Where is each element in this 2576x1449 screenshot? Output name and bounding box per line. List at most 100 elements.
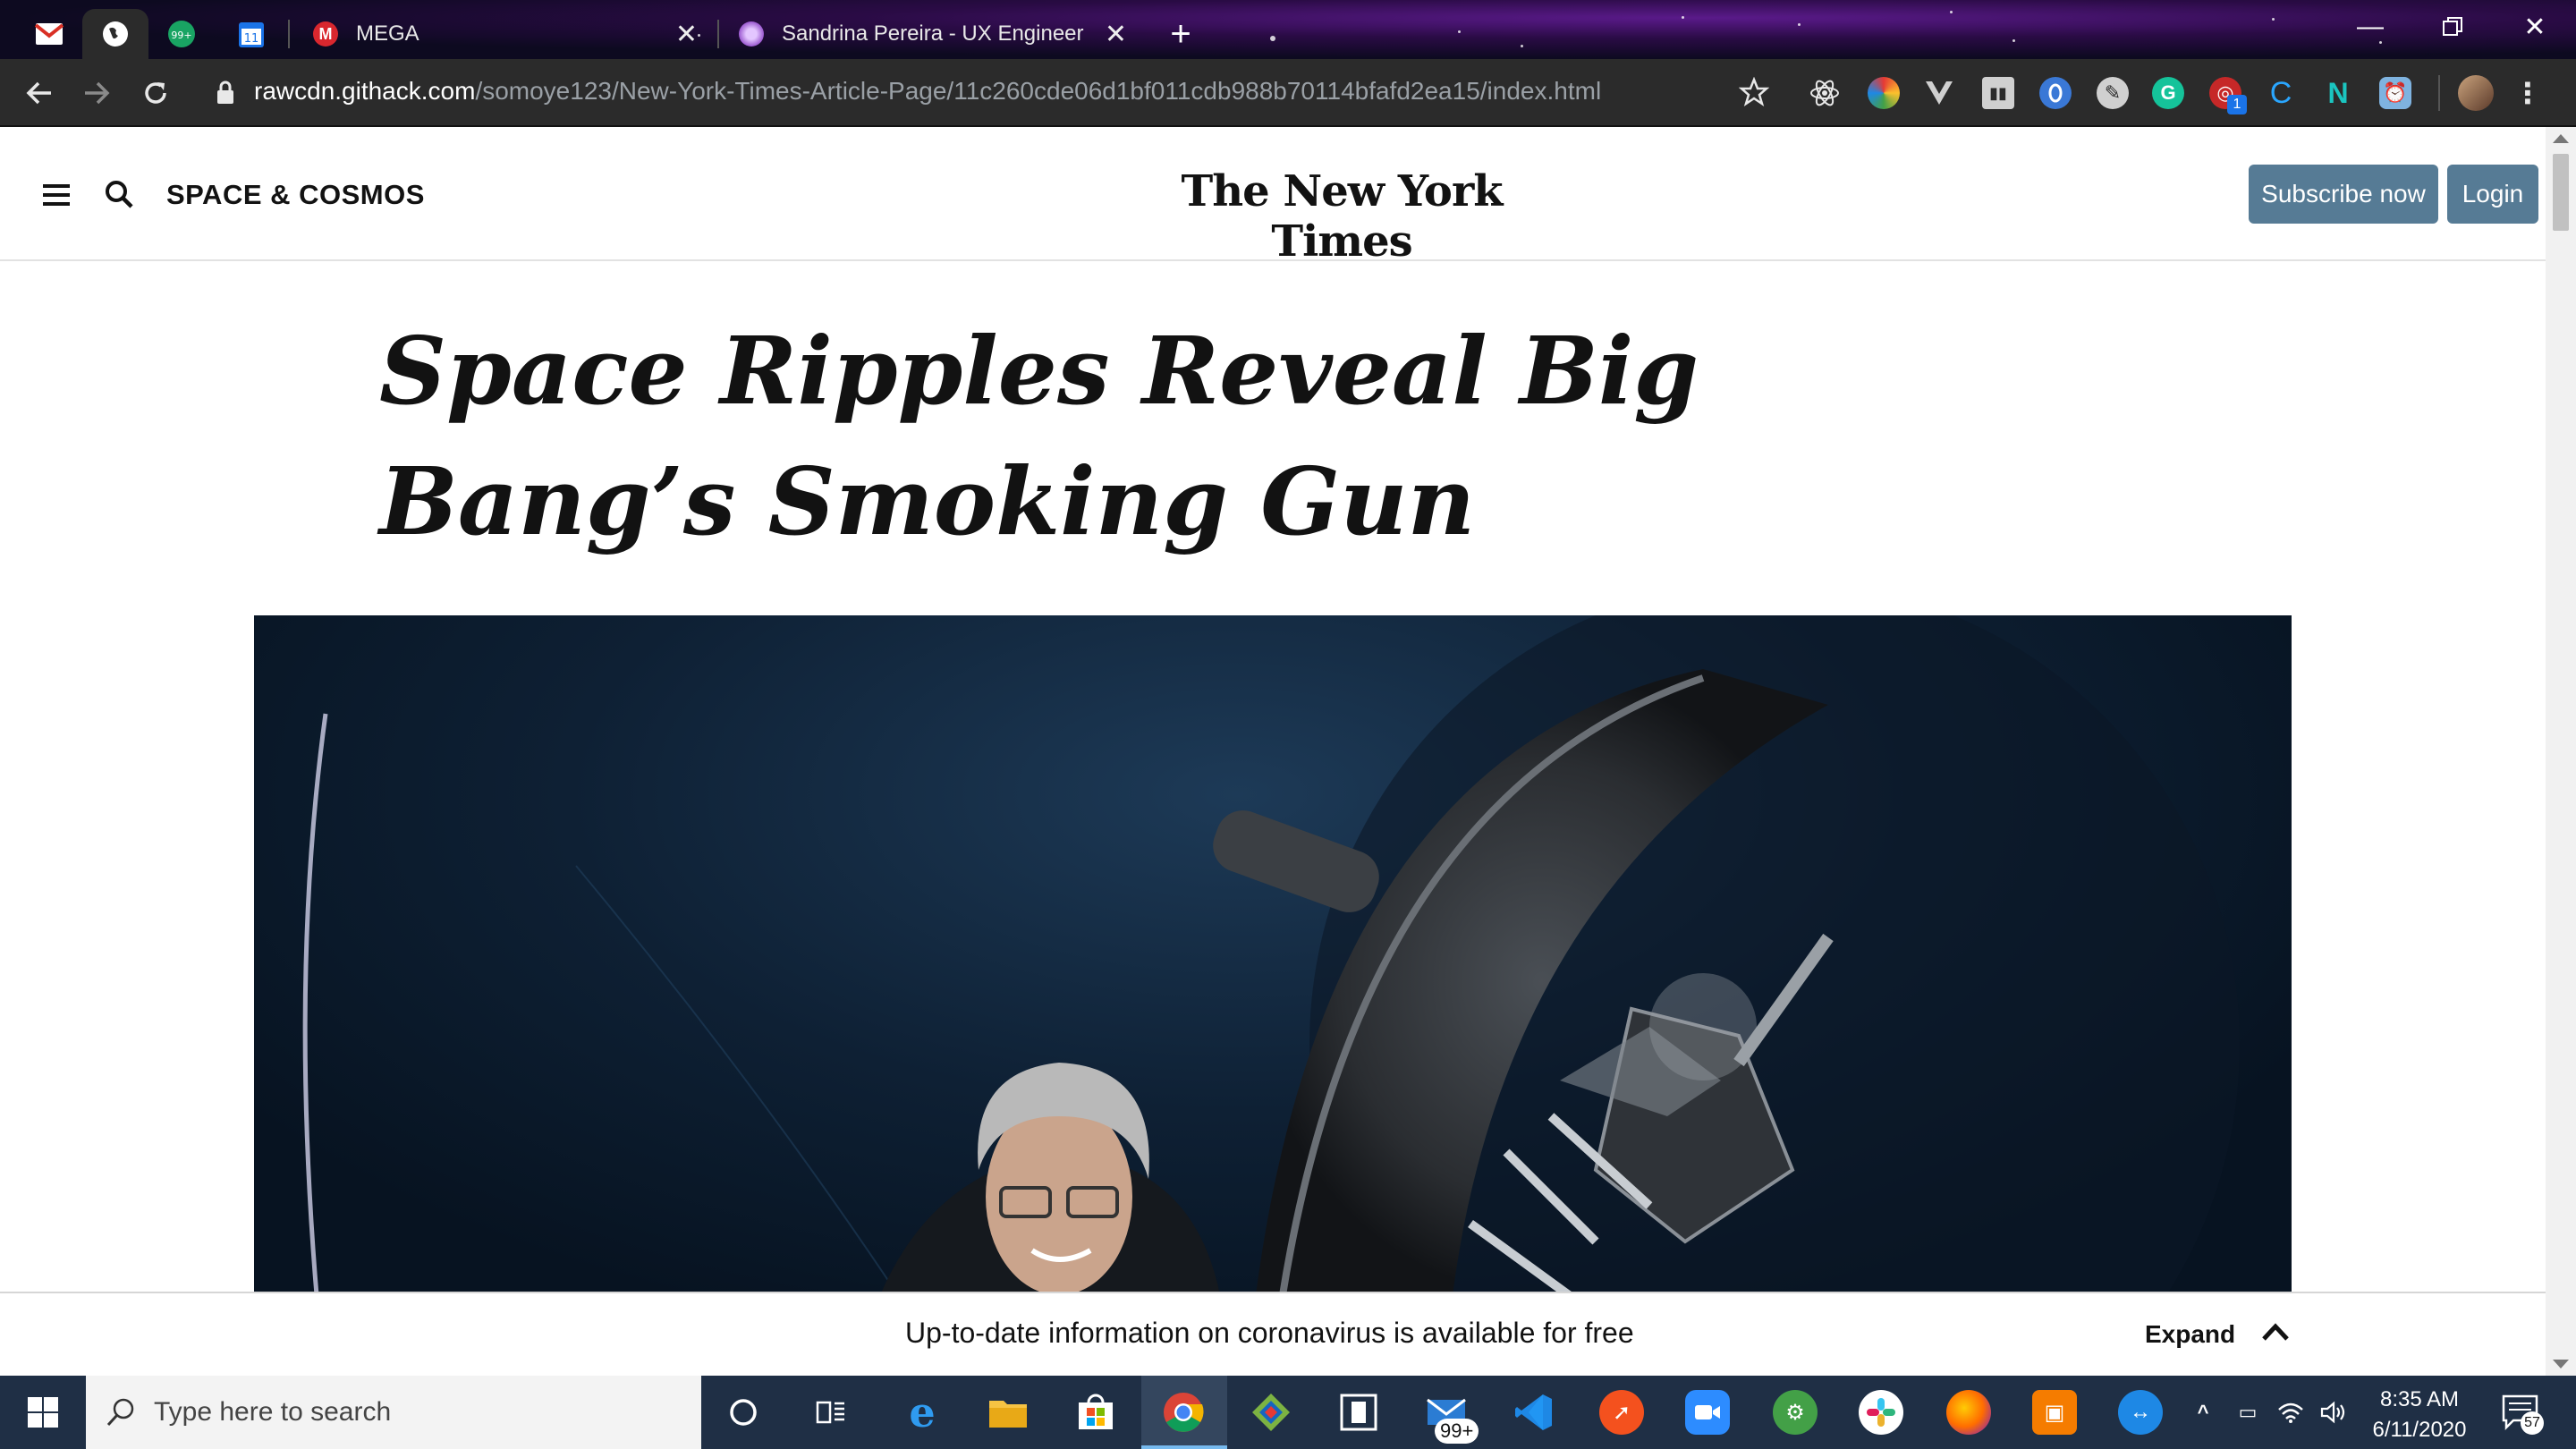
teamviewer-icon[interactable]: ↔ xyxy=(2118,1390,2163,1435)
vue-devtools-icon[interactable] xyxy=(1923,77,1955,109)
search-icon xyxy=(106,1398,134,1427)
windows-taskbar: Type here to search e 99+ ➚ ⚙ ▣ ↔ ^ ▭ 8:… xyxy=(0,1376,2576,1449)
search-icon[interactable] xyxy=(104,179,134,209)
login-button[interactable]: Login xyxy=(2447,165,2538,224)
n-extension-icon[interactable]: N xyxy=(2322,77,2354,109)
taskbar-search-box[interactable]: Type here to search xyxy=(86,1376,701,1449)
coding-extension-icon[interactable]: C xyxy=(2265,76,2297,110)
edge-icon[interactable]: e xyxy=(900,1388,945,1436)
react-devtools-icon[interactable] xyxy=(1809,77,1841,109)
slack-icon[interactable] xyxy=(1859,1390,1903,1435)
reload-icon xyxy=(145,82,166,104)
loom-icon[interactable] xyxy=(2039,77,2072,109)
screen-capture-icon[interactable] xyxy=(1336,1390,1381,1435)
restore-button[interactable] xyxy=(2411,0,2494,54)
show-hidden-icons-chevron-icon[interactable]: ^ xyxy=(2188,1390,2218,1435)
taskbar-search-placeholder: Type here to search xyxy=(154,1397,392,1427)
bookmark-star-icon[interactable] xyxy=(1739,77,1769,107)
clock-date: 6/11/2020 xyxy=(2372,1418,2467,1442)
alarm-extension-icon[interactable]: ⏰ xyxy=(2379,77,2411,109)
hamburger-menu-icon[interactable] xyxy=(43,184,70,206)
menu-dots-icon[interactable]: ⋮ xyxy=(2512,77,2544,109)
article-headline: Space Ripples Reveal Big Bang’s Smoking … xyxy=(379,316,1699,556)
close-tab-icon[interactable]: ✕ xyxy=(1105,19,1127,50)
sandrina-site-icon xyxy=(739,21,764,47)
start-button[interactable] xyxy=(0,1376,86,1449)
calendar-icon: 11 xyxy=(239,22,264,47)
coronavirus-banner-text: Up-to-date information on coronavirus is… xyxy=(905,1317,1634,1349)
trello-icon[interactable]: ▮▮ xyxy=(1982,77,2014,109)
tab-mega[interactable]: M MEGA ✕ xyxy=(295,9,716,59)
scroll-down-arrow-icon[interactable] xyxy=(2553,1360,2569,1368)
tab-title: Sandrina Pereira - UX Engineer xyxy=(782,21,1084,46)
address-bar[interactable]: rawcdn.githack.com/somoye123/New-York-Ti… xyxy=(254,77,1601,106)
restore-icon xyxy=(2443,17,2462,36)
task-view-icon[interactable] xyxy=(809,1390,853,1435)
colorzilla-icon[interactable] xyxy=(1868,77,1900,109)
chat-icon: 99+ xyxy=(168,21,195,47)
back-button[interactable] xyxy=(16,70,63,116)
eyedropper-icon[interactable]: ✎ xyxy=(2097,77,2129,109)
page-scrollbar[interactable] xyxy=(2546,127,2576,1376)
clock-time: 8:35 AM xyxy=(2379,1387,2460,1411)
zoom-icon[interactable] xyxy=(1685,1390,1730,1435)
section-name[interactable]: SPACE & COSMOS xyxy=(166,179,425,211)
globe-icon xyxy=(103,21,128,47)
lock-icon[interactable] xyxy=(213,79,238,107)
pinned-tab-calendar[interactable]: 11 xyxy=(218,9,284,59)
photo-app-icon[interactable]: ▣ xyxy=(2032,1390,2077,1435)
store-icon[interactable] xyxy=(1073,1390,1118,1435)
new-tab-button[interactable]: + xyxy=(1157,11,1204,57)
forward-button[interactable] xyxy=(73,70,120,116)
action-center-button[interactable]: 57 xyxy=(2501,1392,2544,1435)
arrow-left-icon xyxy=(26,81,51,105)
web-page: SPACE & COSMOS The New York Times Subscr… xyxy=(0,127,2546,1376)
tab-title: MEGA xyxy=(356,21,419,46)
tab-sandrina[interactable]: Sandrina Pereira - UX Engineer ✕ xyxy=(721,9,1145,59)
chrome-icon[interactable] xyxy=(1161,1390,1206,1435)
gmail-icon xyxy=(35,23,64,45)
telescope-photo xyxy=(302,615,2240,1295)
grammarly-icon[interactable]: G xyxy=(2152,77,2184,109)
minimize-button[interactable]: — xyxy=(2329,0,2411,54)
browser-toolbar: rawcdn.githack.com/somoye123/New-York-Ti… xyxy=(0,59,2576,127)
windows-logo-icon xyxy=(28,1397,58,1428)
profile-avatar[interactable] xyxy=(2458,75,2494,111)
firefox-icon[interactable] xyxy=(1946,1390,1991,1435)
vscode-icon[interactable] xyxy=(1512,1390,1556,1435)
browser-tab-bar: 99+ 11 M MEGA ✕ Sandrina Pereira - UX En… xyxy=(0,0,2576,59)
close-window-button[interactable]: ✕ xyxy=(2494,0,2576,54)
arrow-right-icon xyxy=(85,81,110,105)
vpn-icon[interactable]: ⚙ xyxy=(1773,1390,1818,1435)
scroll-thumb[interactable] xyxy=(2553,154,2569,231)
file-explorer-icon[interactable] xyxy=(986,1390,1030,1435)
nyt-header: SPACE & COSMOS The New York Times Subscr… xyxy=(0,127,2546,267)
url-host: rawcdn.githack.com xyxy=(254,77,476,105)
battery-icon[interactable]: ▭ xyxy=(2233,1390,2263,1435)
notification-count: 57 xyxy=(2521,1411,2544,1435)
svg-text:99+: 99+ xyxy=(171,30,191,41)
pinned-tab-hangouts[interactable]: 99+ xyxy=(148,9,215,59)
pinned-tab-web[interactable] xyxy=(82,9,148,59)
subscribe-button[interactable]: Subscribe now xyxy=(2249,165,2438,224)
volume-icon[interactable] xyxy=(2318,1390,2349,1435)
expand-button[interactable]: Expand xyxy=(2145,1320,2235,1349)
svg-text:11: 11 xyxy=(244,32,259,46)
nyt-logo[interactable]: The New York Times xyxy=(1163,166,1521,267)
url-path: /somoye123/New-York-Times-Article-Page/1… xyxy=(475,77,1602,105)
chevron-up-icon[interactable] xyxy=(2261,1322,2290,1342)
system-clock[interactable]: 8:35 AM 6/11/2020 xyxy=(2361,1385,2478,1445)
mega-icon: M xyxy=(313,21,338,47)
reload-button[interactable] xyxy=(132,70,179,116)
scroll-up-arrow-icon[interactable] xyxy=(2553,134,2569,143)
cortana-icon[interactable] xyxy=(721,1390,766,1435)
git-kraken-icon[interactable] xyxy=(1249,1390,1293,1435)
mail-badge: 99+ xyxy=(1435,1419,1479,1444)
wifi-icon[interactable] xyxy=(2275,1390,2306,1435)
article-hero-image xyxy=(254,615,2292,1295)
extension-badge: 1 xyxy=(2227,95,2247,114)
pinned-tab-gmail[interactable] xyxy=(16,9,82,59)
coronavirus-banner: Up-to-date information on coronavirus is… xyxy=(0,1292,2546,1376)
postman-icon[interactable]: ➚ xyxy=(1599,1390,1644,1435)
close-tab-icon[interactable]: ✕ xyxy=(675,19,698,50)
